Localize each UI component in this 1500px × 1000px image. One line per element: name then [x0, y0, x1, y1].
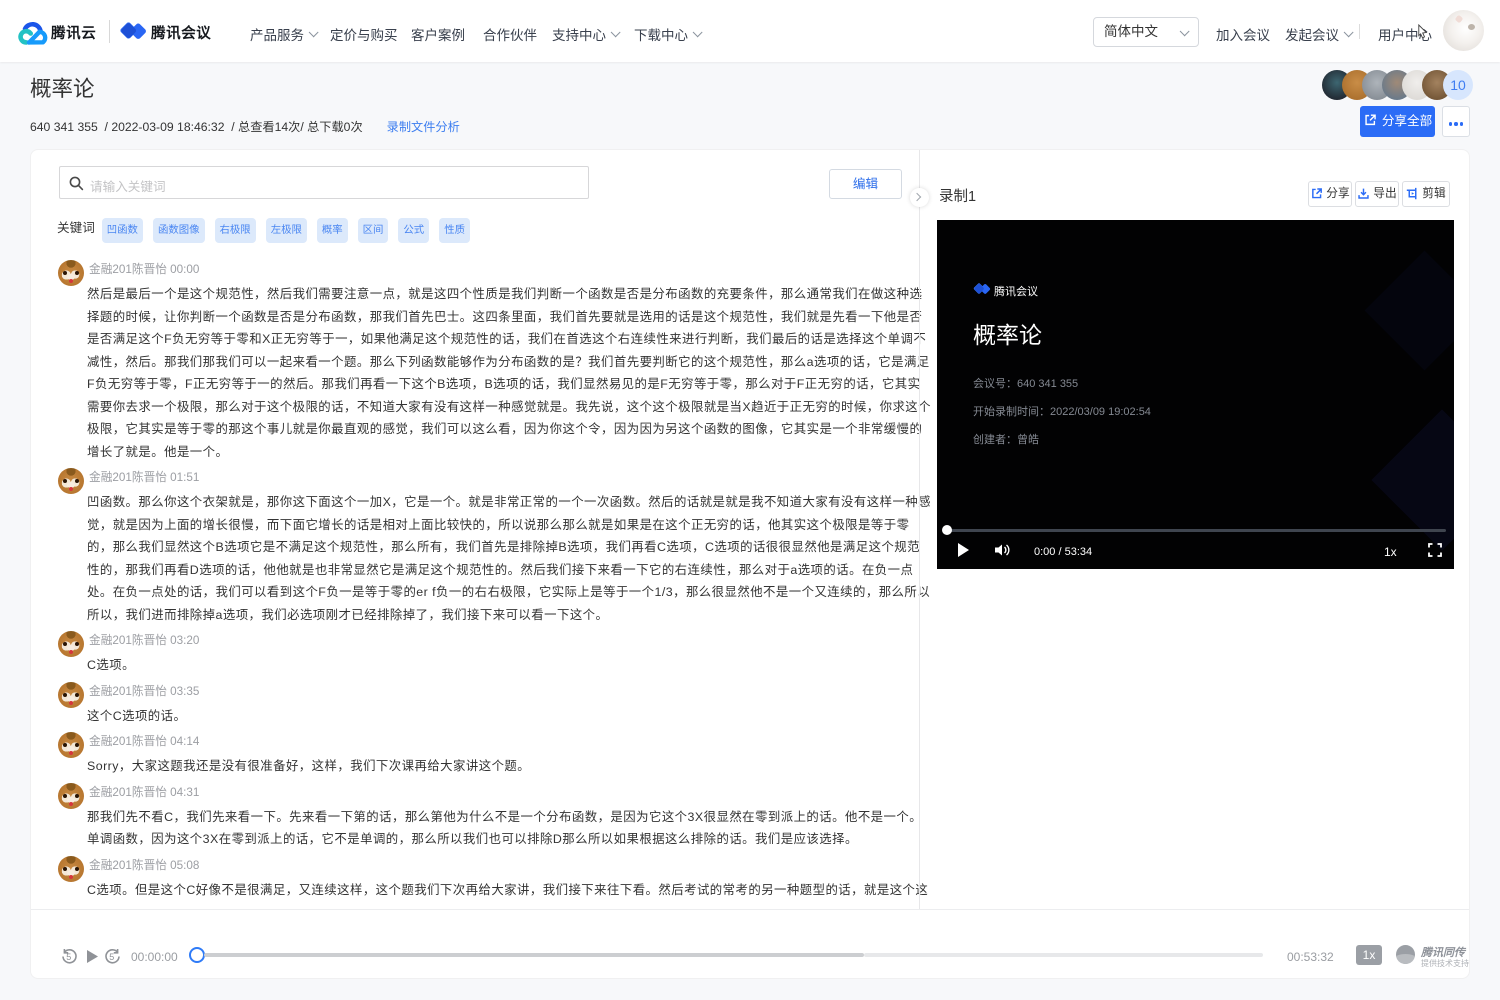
svg-text:5: 5: [109, 952, 114, 962]
svg-text:5: 5: [66, 952, 71, 962]
